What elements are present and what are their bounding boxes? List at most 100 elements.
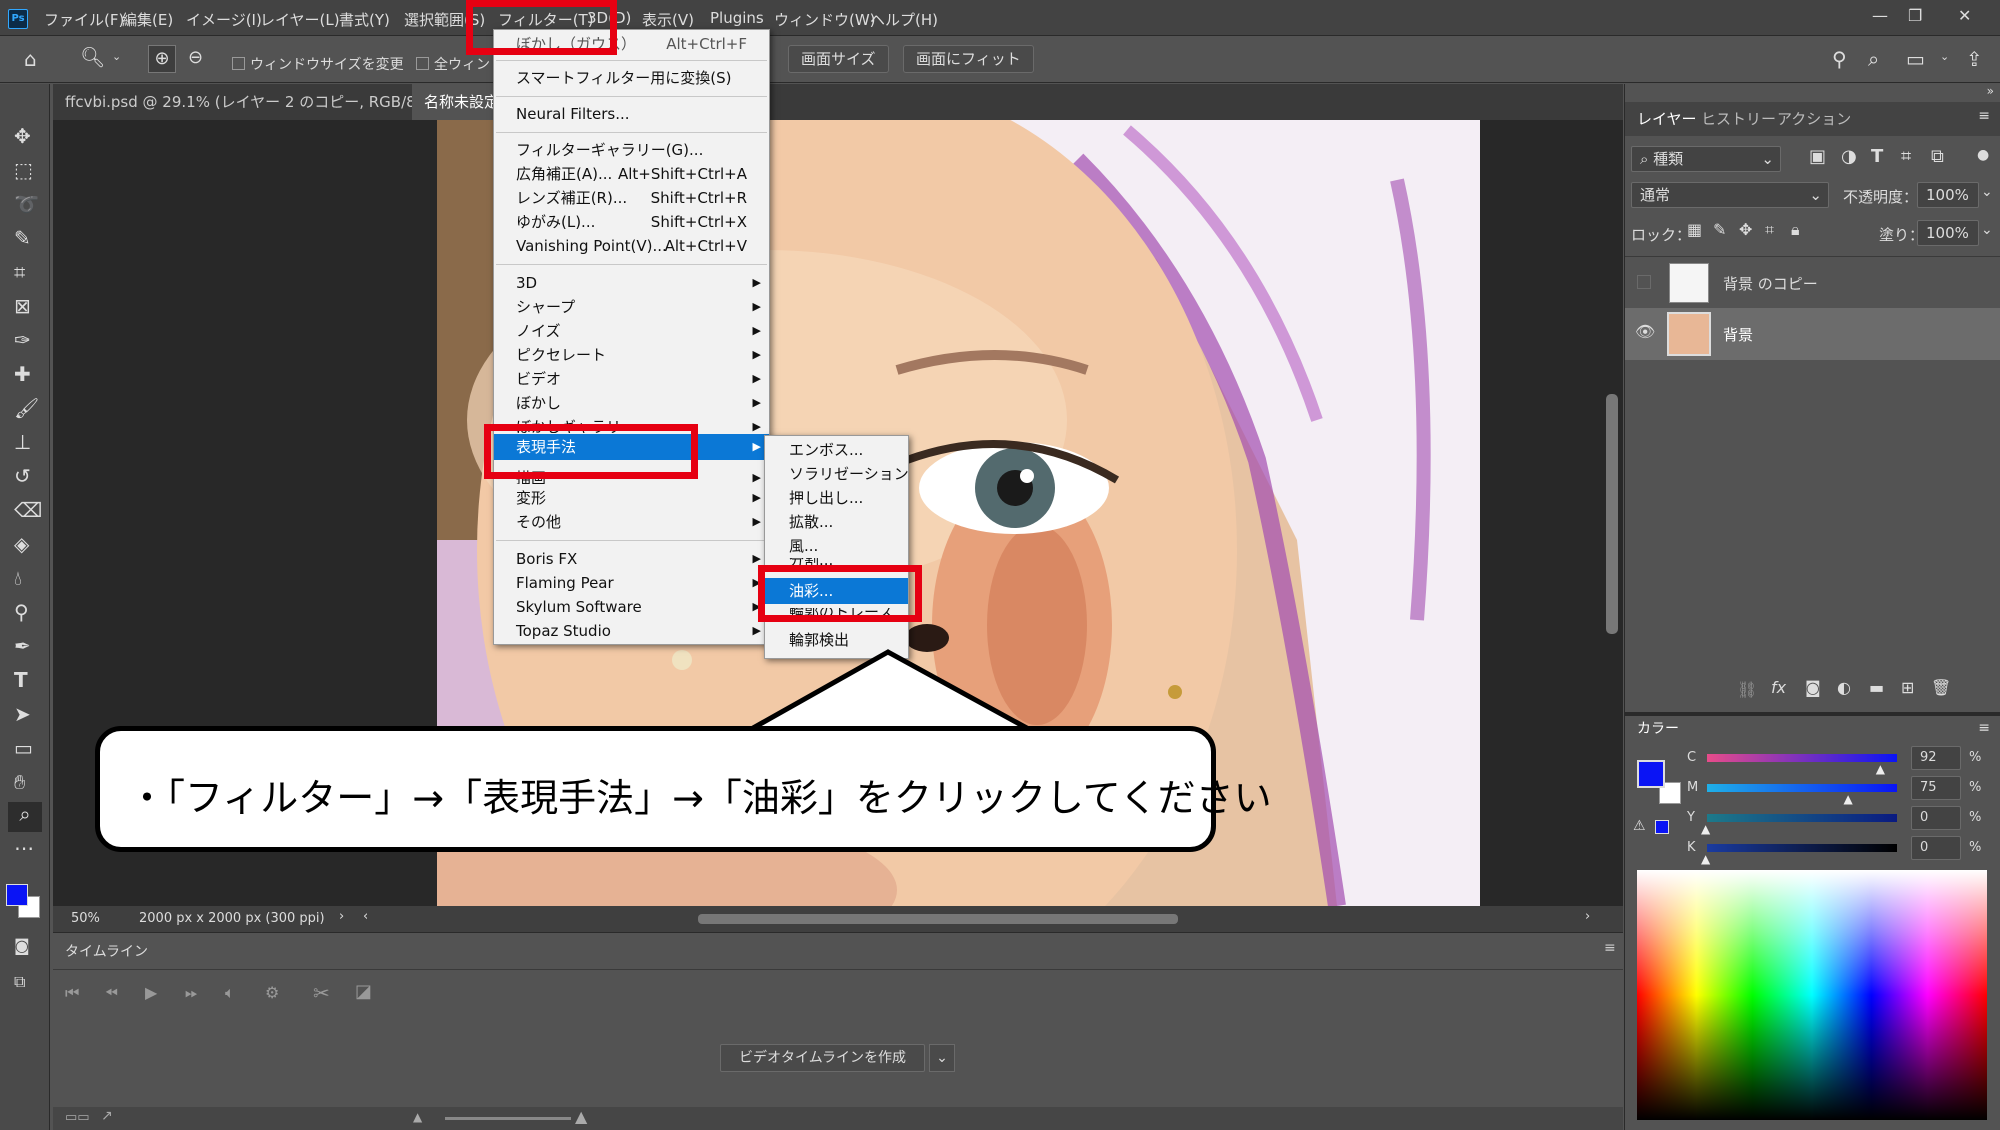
blur-tool-icon[interactable]: 💧︎ [14, 566, 22, 590]
adjustment-layer-icon[interactable]: ◐ [1837, 680, 1851, 696]
timeline-title[interactable]: タイムライン [65, 941, 148, 961]
path-select-icon[interactable]: ➤ [14, 702, 31, 726]
stamp-tool-icon[interactable]: ⊥ [14, 430, 31, 454]
menu-item-flaming-pear[interactable]: Flaming Pear ▶ [494, 571, 769, 595]
hand-tool-icon[interactable]: ✋︎ [14, 770, 25, 794]
menu-item-other[interactable]: その他 ▶ [494, 510, 769, 534]
chevron-down-icon[interactable]: ⌄ [112, 51, 121, 62]
more-tools-icon[interactable]: ⋯ [14, 836, 34, 860]
submenu-item-diffuse[interactable]: 拡散... [765, 510, 908, 534]
panel-menu-icon[interactable]: ≡ [1604, 940, 1616, 956]
zoom-out-mountain-icon[interactable]: ▲ [413, 1111, 422, 1123]
menu-plugins[interactable]: Plugins [710, 9, 764, 27]
group-folder-icon[interactable]: ▬ [1869, 680, 1884, 696]
panel-menu-icon[interactable]: ≡ [1978, 720, 1990, 736]
quick-select-tool-icon[interactable]: ✎ [14, 226, 31, 250]
eye-icon[interactable]: 👁︎ [1635, 322, 1655, 341]
submenu-item-solarize[interactable]: ソラリゼーション [765, 462, 909, 486]
create-video-timeline-button[interactable]: ビデオタイムラインを作成 [720, 1044, 926, 1072]
zoom-level[interactable]: 50% [71, 911, 100, 926]
zoom-out-icon[interactable]: ⊖ [188, 49, 203, 67]
resize-window-checkbox[interactable]: ウィンドウサイズを変更 [232, 54, 404, 74]
eyedropper-tool-icon[interactable]: ✑ [14, 328, 31, 352]
healing-brush-icon[interactable]: ✚ [14, 362, 31, 386]
chevron-down-icon[interactable]: ⌄ [1981, 184, 1993, 200]
chevron-right-icon[interactable]: › [1585, 909, 1590, 924]
panel-menu-icon[interactable]: ≡ [1978, 108, 1990, 124]
first-frame-icon[interactable]: ⏮ [65, 985, 79, 1001]
settings-icon[interactable]: ⚙ [265, 985, 279, 1001]
scissors-icon[interactable]: ✂ [313, 983, 330, 1003]
tab-history[interactable]: ヒストリー [1701, 108, 1776, 129]
fit-screen-size-button[interactable]: 画面サイズ [788, 45, 889, 73]
new-layer-icon[interactable]: ⊞ [1901, 680, 1914, 696]
frame-tool-icon[interactable]: ⊠ [14, 294, 31, 318]
restore-icon[interactable]: ❐ [1908, 6, 1922, 25]
submenu-item-extrude[interactable]: 押し出し... [765, 486, 908, 510]
layer-row[interactable]: 背景 のコピー [1625, 256, 2000, 308]
blend-mode-select[interactable]: 通常 ⌄ [1631, 182, 1829, 208]
menu-image[interactable]: イメージ(I) [186, 9, 262, 30]
menu-item-filter-gallery[interactable]: フィルターギャラリー(G)... [494, 138, 769, 162]
tab-ffcvbi[interactable]: ffcvbi.psd @ 29.1% (レイヤー 2 のコピー, RGB/8) … [53, 84, 472, 120]
channel-slider-thumb[interactable]: ▲ [1876, 762, 1885, 776]
brush-tool-icon[interactable]: 🖌︎ [14, 396, 39, 420]
image-filter-icon[interactable]: ▣ [1809, 148, 1826, 166]
gamut-swatch[interactable] [1655, 820, 1669, 834]
zoom-tool-icon[interactable]: ⌕ [8, 802, 42, 832]
channel-value-input[interactable]: 0 [1911, 836, 1961, 860]
color-spectrum[interactable] [1637, 870, 1987, 1120]
paint-bucket-icon[interactable]: ◈ [14, 532, 29, 556]
audio-icon[interactable]: 🔈︎ [225, 985, 235, 1001]
menu-item-liquify[interactable]: ゆがみ(L)... Shift+Ctrl+X [494, 210, 769, 234]
history-brush-icon[interactable]: ↺ [14, 464, 31, 488]
channel-slider-track[interactable] [1707, 844, 1897, 852]
play-icon[interactable]: ▶ [145, 985, 157, 1001]
eraser-tool-icon[interactable]: ⌫ [14, 498, 42, 522]
channel-value-input[interactable]: 75 [1911, 776, 1961, 800]
menu-item-video[interactable]: ビデオ ▶ [494, 367, 769, 391]
lasso-tool-icon[interactable]: ➰ [14, 192, 39, 216]
menu-item-lens-correction[interactable]: レンズ補正(R)... Shift+Ctrl+R [494, 186, 769, 210]
channel-slider-thumb[interactable]: ▲ [1701, 822, 1710, 836]
menu-item-distort[interactable]: 変形 ▶ [494, 486, 769, 510]
dodge-tool-icon[interactable]: ⚲ [14, 600, 29, 624]
search-icon[interactable]: ⌕ [1868, 49, 1879, 69]
prev-frame-icon[interactable]: ⏪︎ [105, 985, 118, 1001]
foreground-color-swatch[interactable] [1637, 760, 1665, 788]
lock-artboard-icon[interactable]: ⌗ [1765, 222, 1774, 238]
menu-item-boris-fx[interactable]: Boris FX ▶ [494, 547, 769, 571]
next-frame-icon[interactable]: ⏩︎ [185, 985, 198, 1001]
channel-value-input[interactable]: 0 [1911, 806, 1961, 830]
layer-name[interactable]: 背景 [1723, 324, 1753, 345]
vertical-scrollbar[interactable] [1606, 394, 1618, 634]
type-filter-icon[interactable]: T [1871, 148, 1883, 166]
menu-item-3d[interactable]: 3D ▶ [494, 271, 769, 295]
menu-item-neural-filters[interactable]: Neural Filters... [494, 102, 769, 126]
collapse-panels-icon[interactable]: » [1987, 84, 1994, 98]
menu-type[interactable]: 書式(Y) [339, 9, 390, 30]
layer-row-selected[interactable]: 👁︎ 背景 [1625, 308, 2000, 360]
menu-file[interactable]: ファイル(F) [44, 9, 124, 30]
adjustment-filter-icon[interactable]: ◑ [1841, 148, 1857, 166]
chevron-left-icon[interactable]: ‹ [363, 909, 368, 924]
fill-input[interactable]: 100% [1917, 220, 1979, 246]
pen-tool-icon[interactable]: ✒ [14, 634, 31, 658]
convert-icon[interactable]: ↗ [101, 1109, 113, 1123]
channel-slider-track[interactable] [1707, 814, 1897, 822]
screen-mode-icon[interactable]: ⧉ [14, 972, 25, 992]
move-tool-icon[interactable]: ✥ [14, 124, 31, 148]
zoom-tool-icon[interactable]: 🔍︎ [80, 47, 105, 67]
mask-icon[interactable]: ◙ [1805, 680, 1821, 696]
menu-item-vanishing-point[interactable]: Vanishing Point(V)... Alt+Ctrl+V [494, 234, 769, 258]
shape-filter-icon[interactable]: ⌗ [1901, 148, 1911, 166]
opacity-input[interactable]: 100% [1917, 182, 1979, 208]
foreground-color-swatch[interactable] [6, 884, 28, 906]
transition-icon[interactable]: ◪ [355, 983, 372, 1001]
zoom-in-icon[interactable]: ⊕ [148, 45, 176, 73]
filter-toggle-icon[interactable]: ● [1977, 148, 1989, 162]
chevron-down-icon[interactable]: ⌄ [929, 1044, 955, 1072]
channel-slider-thumb[interactable]: ▲ [1844, 792, 1853, 806]
horizontal-scrollbar[interactable] [698, 914, 1178, 924]
lock-position-icon[interactable]: ✥ [1739, 222, 1752, 238]
